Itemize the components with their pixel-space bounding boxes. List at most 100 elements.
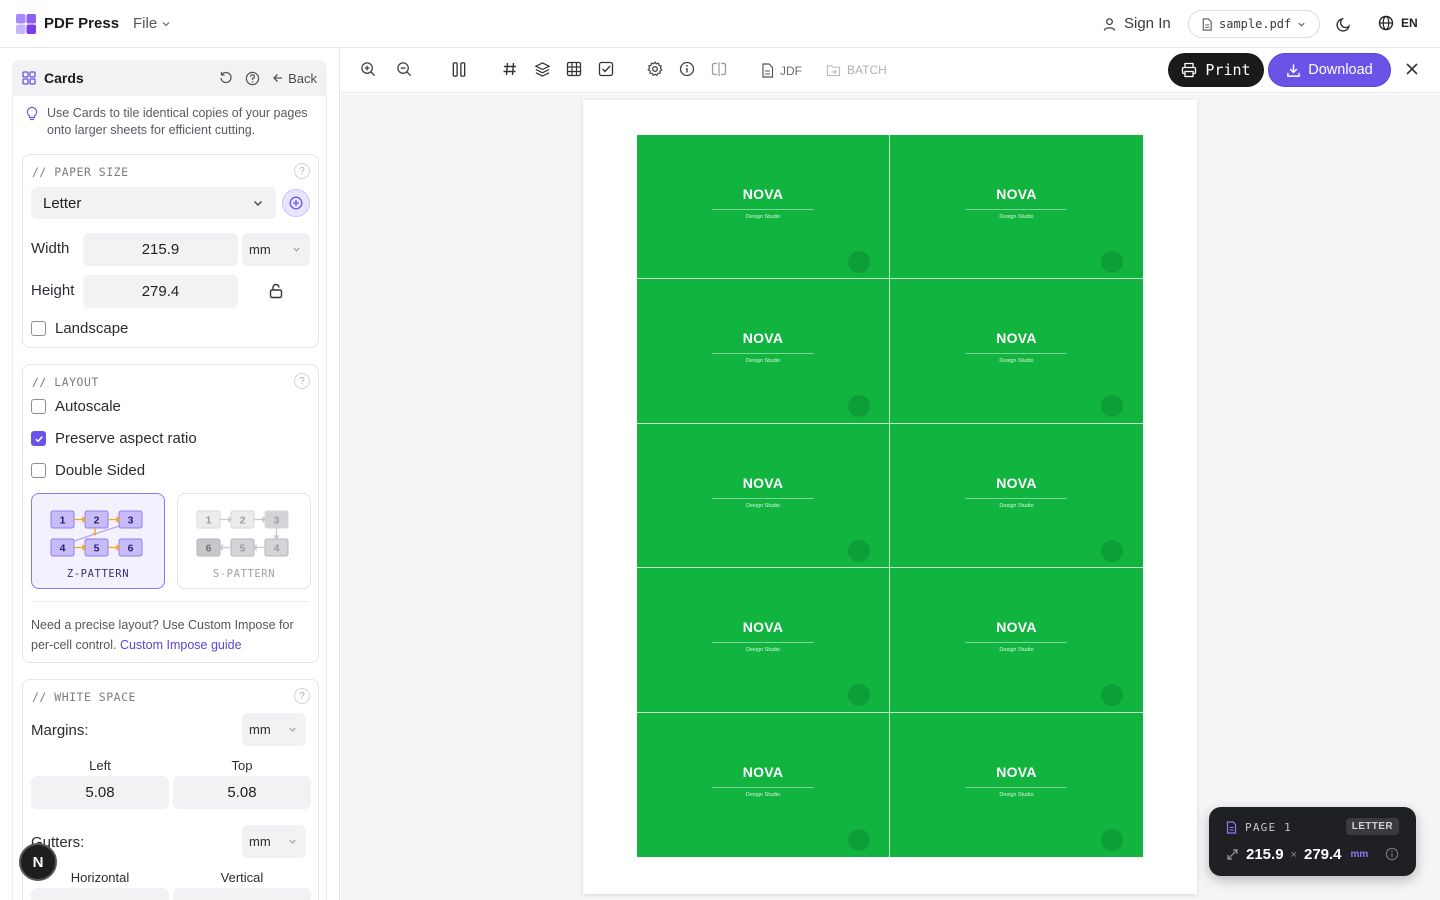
hash-icon[interactable] — [502, 61, 518, 77]
pattern-cell: 3 — [274, 515, 280, 527]
user-icon — [1103, 17, 1116, 31]
card-title: NOVA — [742, 763, 784, 780]
info-icon[interactable] — [1385, 847, 1399, 861]
width-unit-select[interactable]: mm — [242, 233, 310, 266]
page-unit: mm — [1350, 849, 1369, 860]
sidebar: Cards Back Use Cards to tile identical c… — [0, 48, 340, 900]
columns-icon[interactable] — [451, 61, 467, 78]
landscape-label: Landscape — [55, 320, 129, 337]
gutter-vertical-input[interactable] — [173, 888, 311, 900]
checkbox-box[interactable] — [31, 399, 46, 414]
download-button[interactable]: Download — [1268, 53, 1391, 87]
card-subtitle: Design Studio — [745, 647, 781, 654]
table-icon[interactable] — [566, 61, 582, 77]
print-label: Print — [1205, 61, 1251, 79]
download-label: Download — [1308, 62, 1373, 78]
z-pattern-option[interactable]: 1 2 3 4 5 6 Z-PATTERN — [31, 493, 165, 589]
double-sided-checkbox[interactable]: Double Sided — [31, 462, 145, 479]
white-space-section: // WHITE SPACE ? Margins: mm Left Top 5.… — [22, 679, 319, 900]
custom-impose-link[interactable]: Custom Impose guide — [120, 638, 242, 652]
plus-circle-icon — [289, 196, 303, 210]
pattern-cell: 5 — [240, 543, 246, 555]
layout-title: // LAYOUT — [32, 375, 99, 389]
printer-icon — [1182, 62, 1197, 78]
help-icon[interactable]: ? — [294, 688, 310, 704]
card-grid: NOVA Design Studio NOVA Design Studio NOVA De… — [637, 135, 1143, 857]
landscape-checkbox[interactable]: Landscape — [31, 320, 128, 337]
print-button[interactable]: Print — [1168, 53, 1264, 87]
pattern-cell: 6 — [206, 543, 212, 555]
width-input[interactable]: 215.9 — [83, 233, 238, 266]
checkbox-box[interactable] — [31, 321, 46, 336]
preview-canvas[interactable]: NOVA Design Studio NOVA Design Studio NOVA De… — [341, 94, 1440, 900]
pattern-cell: 6 — [128, 543, 134, 555]
pattern-cell: 3 — [128, 515, 134, 527]
grid-icon — [22, 71, 36, 85]
panel-title: Cards — [44, 70, 84, 86]
add-paper-size-button[interactable] — [282, 189, 310, 217]
preserve-aspect-label: Preserve aspect ratio — [55, 430, 197, 447]
preserve-aspect-checkbox[interactable]: Preserve aspect ratio — [31, 430, 197, 447]
margin-left-input[interactable]: 5.08 — [31, 776, 169, 809]
checkbox-box-checked[interactable] — [31, 431, 46, 446]
settings-icon[interactable] — [647, 61, 663, 77]
help-icon[interactable]: ? — [294, 373, 310, 389]
dev-tools-badge[interactable]: N — [19, 843, 57, 881]
back-label: Back — [288, 70, 317, 86]
card-logo-mark — [1101, 395, 1123, 418]
layers-icon[interactable] — [534, 61, 551, 78]
s-pattern-diagram: 1 2 3 6 5 4 — [196, 510, 289, 557]
checkbox-square-icon[interactable] — [598, 61, 614, 77]
sign-in-button[interactable]: Sign In — [1102, 14, 1171, 34]
card-subtitle: Design Studio — [745, 502, 781, 509]
layout-section: // LAYOUT ? Autoscale Preserve aspect ra… — [22, 364, 319, 663]
z-pattern-label: Z-PATTERN — [66, 568, 130, 580]
jdf-button[interactable]: JDF — [761, 63, 802, 78]
pattern-cell: 1 — [60, 515, 66, 527]
dark-mode-toggle-icon[interactable] — [1336, 16, 1352, 32]
compare-icon[interactable] — [711, 61, 727, 77]
language-selector[interactable]: EN — [1378, 15, 1418, 31]
margins-unit-select[interactable]: mm — [242, 713, 306, 746]
s-pattern-option[interactable]: 1 2 3 6 5 4 S-PATTERN — [177, 493, 311, 589]
unlock-icon[interactable] — [268, 283, 284, 299]
reset-icon[interactable] — [219, 71, 233, 85]
autoscale-checkbox[interactable]: Autoscale — [31, 398, 121, 415]
zoom-in-icon[interactable] — [360, 61, 377, 78]
margin-top-input[interactable]: 5.08 — [173, 776, 311, 809]
back-button[interactable]: Back — [272, 71, 317, 86]
chevron-down-icon — [289, 839, 296, 844]
batch-button[interactable]: BATCH — [826, 63, 887, 77]
resize-icon — [1227, 849, 1238, 860]
card-cell: NOVA Design Studio — [890, 135, 1143, 280]
help-icon[interactable]: ? — [294, 163, 310, 179]
gutter-horizontal-input[interactable] — [31, 888, 169, 900]
batch-label: BATCH — [847, 63, 887, 77]
card-subtitle: Design Studio — [745, 214, 781, 220]
card-divider — [712, 353, 814, 355]
gutters-unit-select[interactable]: mm — [242, 825, 306, 858]
help-icon[interactable] — [245, 71, 260, 86]
card-subtitle: Design Studio — [999, 358, 1034, 365]
s-pattern-label: S-PATTERN — [212, 568, 276, 580]
unit-value: mm — [249, 834, 271, 849]
file-selector[interactable]: sample.pdf — [1188, 10, 1320, 38]
info-icon[interactable] — [679, 61, 695, 77]
file-menu-label: File — [133, 15, 158, 32]
card-logo-mark — [1101, 251, 1123, 273]
height-input[interactable]: 279.4 — [83, 275, 238, 308]
card-title: NOVA — [742, 330, 784, 347]
z-pattern-diagram: 1 2 3 4 5 6 — [50, 510, 143, 557]
checkbox-box[interactable] — [31, 463, 46, 478]
zoom-out-icon[interactable] — [396, 61, 413, 78]
card-logo-mark — [848, 251, 870, 273]
width-label: Width — [31, 240, 70, 257]
app-logo-icon[interactable] — [16, 14, 36, 34]
card-cell: NOVA Design Studio — [637, 568, 890, 713]
file-menu[interactable]: File — [133, 14, 171, 34]
document-icon — [1202, 17, 1212, 31]
close-icon[interactable] — [1405, 62, 1419, 76]
paper-size-select[interactable]: Letter — [31, 187, 276, 219]
divider — [31, 601, 310, 602]
card-logo-mark — [848, 684, 870, 707]
